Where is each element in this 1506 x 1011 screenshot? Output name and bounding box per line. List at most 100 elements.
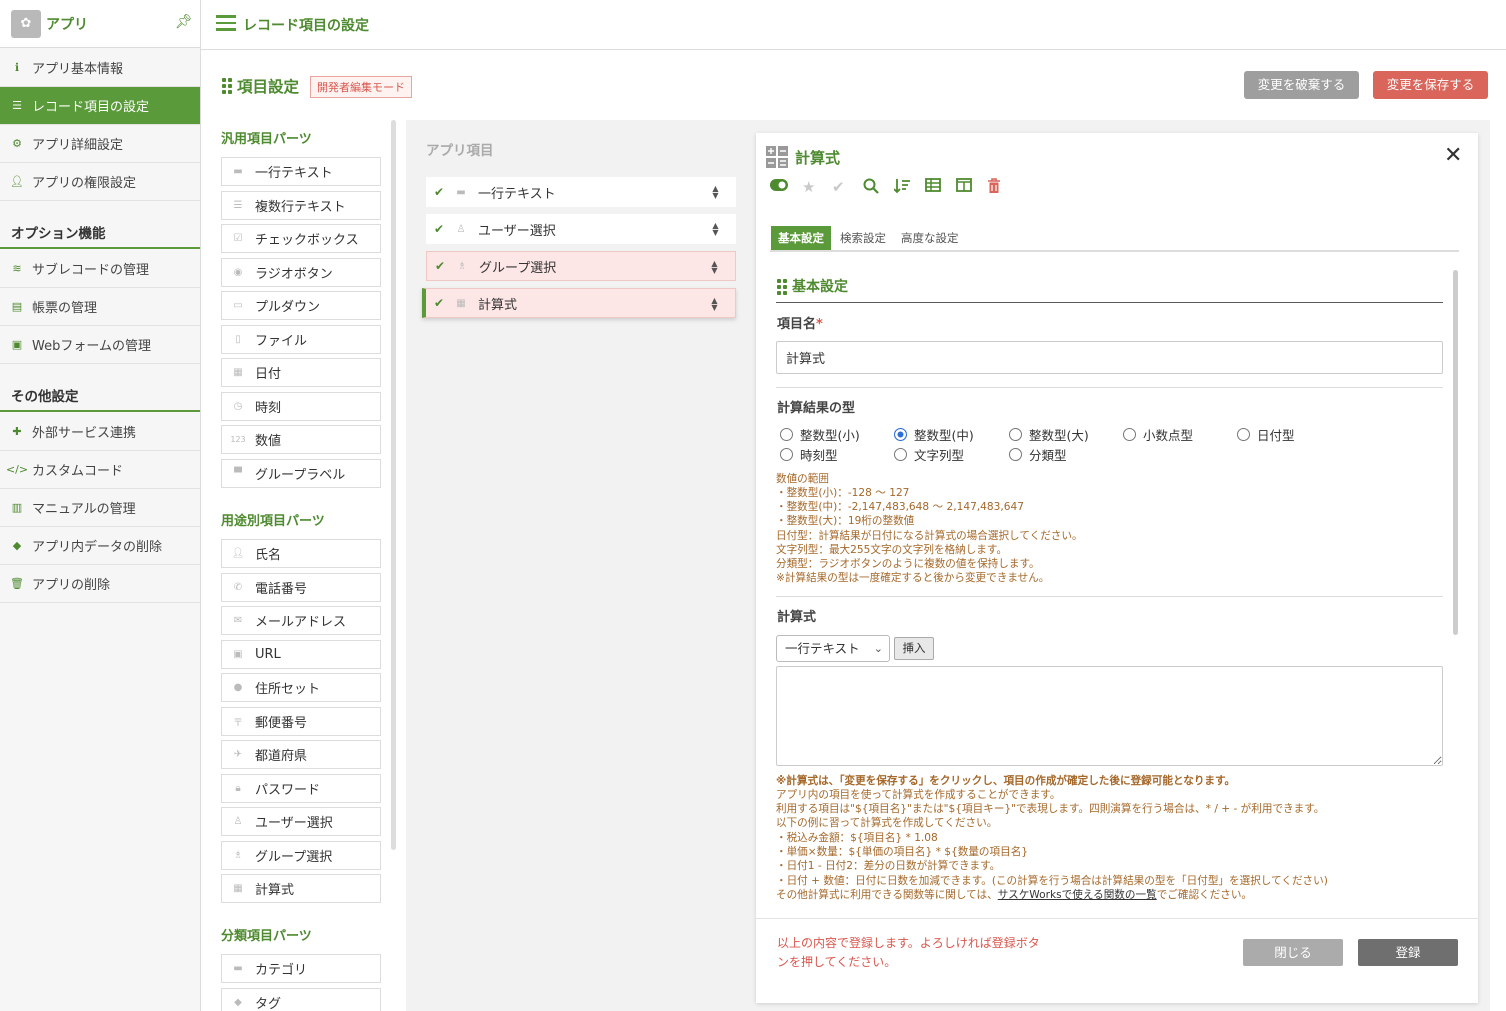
radio-date[interactable]: 日付型 [1237,425,1295,444]
sidebar-item-custom-code[interactable]: </> カスタムコード [0,451,200,489]
part-tag[interactable]: ◆ タグ [221,988,381,1011]
columns-icon[interactable] [956,178,972,196]
radio-circle[interactable] [894,448,907,461]
search-icon[interactable] [863,178,879,198]
part-label: 数値 [255,434,282,449]
sidebar-item-app-info[interactable]: ℹ アプリ基本情報 [0,49,200,87]
tab-basic-settings[interactable]: 基本設定 [771,226,831,251]
required-mark: * [816,317,823,332]
sidebar-item-record-fields[interactable]: ☰ レコード項目の設定 [0,87,200,125]
sort-handle-icon[interactable]: ▲ ▼ [710,297,719,312]
sort-handle-icon[interactable]: ▲ ▼ [711,185,720,200]
part-name[interactable]: 👤︎ 氏名 [221,539,381,568]
part-radio[interactable]: ◉ ラジオボタン [221,258,381,287]
register-button[interactable]: 登録 [1358,939,1458,966]
result-type-label: 計算結果の型 [777,401,856,416]
radio-circle[interactable] [1237,428,1250,441]
sidebar-item-data-delete[interactable]: ◆ アプリ内データの削除 [0,527,200,565]
trash-icon[interactable] [987,178,1001,198]
check-icon: ✔ [434,185,445,199]
tag-icon: ◆ [234,997,242,1008]
table-icon[interactable] [925,178,941,196]
part-password[interactable]: 🔒︎ パスワード [221,774,381,803]
sort-handle-icon[interactable]: ▲ ▼ [710,260,719,275]
menu-icon[interactable] [216,15,236,31]
part-label: URL [255,647,281,662]
part-date[interactable]: ▦ 日付 [221,358,381,387]
sidebar-item-app-detail[interactable]: ⚙ アプリ詳細設定 [0,125,200,163]
envelope-icon: ✉ [233,615,243,626]
function-list-link[interactable]: サスケWorksで使える関数の一覧 [998,889,1157,901]
part-time[interactable]: ◷ 時刻 [221,392,381,421]
part-file[interactable]: ▯ ファイル [221,325,381,354]
sidebar-item-label: アプリ基本情報 [32,62,124,77]
part-single-line-text[interactable]: ▬ 一行テキスト [221,157,381,186]
toggle-icon[interactable] [770,177,788,195]
sidebar-item-app-delete[interactable]: 🗑︎ アプリの削除 [0,565,200,603]
part-checkbox[interactable]: ☑ チェックボックス [221,224,381,253]
clock-icon: ◷ [233,401,243,412]
sidebar-item-subrecord[interactable]: ≋ サブレコードの管理 [0,250,200,288]
radio-time[interactable]: 時刻型 [780,445,838,464]
part-formula[interactable]: ▦ 計算式 [221,874,381,903]
part-number[interactable]: 123 数値 [221,425,381,454]
radio-int-large[interactable]: 整数型(大) [1009,425,1089,444]
part-group-label[interactable]: ▀ グループラベル [221,459,381,488]
part-group-select[interactable]: ♗ グループ選択 [221,841,381,870]
sidebar-item-webform[interactable]: ▣ Webフォームの管理 [0,326,200,364]
canvas-item-user-select[interactable]: ✔ ♙ ユーザー選択 ▲ ▼ [426,214,736,244]
part-postal-code[interactable]: 〒 郵便番号 [221,707,381,736]
part-category[interactable]: ▬ カテゴリ [221,954,381,983]
radio-circle[interactable] [894,428,907,441]
tab-search-settings[interactable]: 検索設定 [833,226,893,251]
radio-circle[interactable] [1009,428,1022,441]
canvas-item-single-line-text[interactable]: ✔ ▬ 一行テキスト ▲ ▼ [426,177,736,207]
phone-icon: ✆ [233,582,243,593]
radio-circle[interactable] [780,448,793,461]
field-name-input[interactable] [776,341,1443,374]
radio-string[interactable]: 文字列型 [894,445,964,464]
pin-icon[interactable]: 📌︎ [175,14,193,30]
app-logo-icon[interactable]: ✿ [11,10,41,38]
discard-changes-button[interactable]: 変更を破棄する [1244,71,1359,99]
part-email[interactable]: ✉ メールアドレス [221,606,381,635]
sidebar-item-forms[interactable]: ▤ 帳票の管理 [0,288,200,326]
close-button[interactable]: 閉じる [1243,939,1343,966]
radio-category[interactable]: 分類型 [1009,445,1067,464]
sidebar-item-external[interactable]: ✚ 外部サービス連携 [0,413,200,451]
radio-decimal[interactable]: 小数点型 [1123,425,1193,444]
part-label: タグ [255,997,282,1011]
part-phone[interactable]: ✆ 電話番号 [221,573,381,602]
radio-label: 小数点型 [1143,428,1194,443]
sidebar-item-manual[interactable]: ▥ マニュアルの管理 [0,489,200,527]
tab-advanced-settings[interactable]: 高度な設定 [894,226,966,251]
part-url[interactable]: ▣ URL [221,640,381,669]
canvas-item-group-select[interactable]: ✔ ♗ グループ選択 ▲ ▼ [426,251,736,281]
sort-handle-icon[interactable]: ▲ ▼ [711,222,720,237]
formula-textarea[interactable] [776,666,1443,766]
parts-scrollbar[interactable] [391,120,396,850]
part-dropdown[interactable]: ▭ プルダウン [221,291,381,320]
radio-int-small[interactable]: 整数型(小) [780,425,860,444]
close-icon[interactable]: ✕ [1444,143,1462,168]
double-check-icon[interactable]: ✔ [832,178,845,196]
part-address[interactable]: ● 住所セット [221,673,381,702]
star-icon[interactable]: ★ [802,178,815,196]
sort-icon[interactable] [893,178,911,198]
radio-circle[interactable] [780,428,793,441]
radio-circle[interactable] [1123,428,1136,441]
field-name-label: 項目名* [777,313,823,332]
app-title[interactable]: アプリ [46,14,88,34]
user-outline-icon: ♙ [456,223,466,235]
sidebar-item-permissions[interactable]: 👤︎ アプリの権限設定 [0,163,200,201]
panel-scrollbar[interactable] [1453,270,1458,635]
formula-field-select[interactable]: 一行テキスト ⌄ [776,635,890,662]
part-prefecture[interactable]: ✈ 都道府県 [221,740,381,769]
save-changes-button[interactable]: 変更を保存する [1373,71,1488,99]
part-multi-line-text[interactable]: ☰ 複数行テキスト [221,191,381,220]
radio-circle[interactable] [1009,448,1022,461]
insert-button[interactable]: 挿入 [894,637,934,660]
radio-int-medium[interactable]: 整数型(中) [894,425,974,444]
part-user-select[interactable]: ♙ ユーザー選択 [221,807,381,836]
canvas-item-formula[interactable]: ✔ ▦ 計算式 ▲ ▼ [422,288,736,318]
